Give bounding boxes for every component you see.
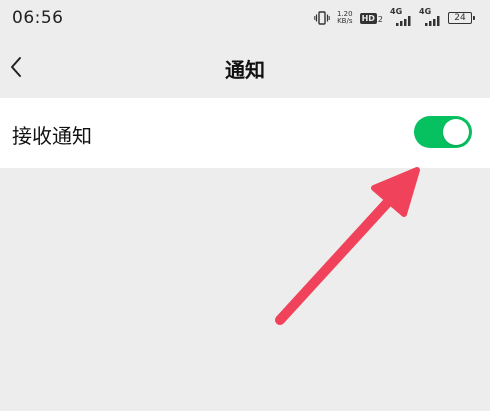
signal-type-label: 4G: [419, 7, 432, 16]
status-icons: 1.20 KB/s HD 2 4G 4G 24: [314, 7, 475, 28]
hd-sub: 2: [377, 14, 383, 24]
signal-icon: 4G: [419, 7, 441, 26]
network-speed: 1.20 KB/s: [337, 11, 353, 25]
hd-label: HD: [359, 12, 377, 24]
network-speed-unit: KB/s: [337, 17, 353, 25]
hd-voice-icon: HD 2: [359, 12, 383, 24]
signal-type-label: 4G: [390, 7, 403, 16]
status-time: 06:56: [12, 8, 64, 28]
receive-notifications-toggle[interactable]: [414, 116, 472, 148]
nav-bar: 通知: [0, 36, 490, 98]
toggle-knob: [443, 119, 469, 145]
status-bar: 06:56 1.20 KB/s HD 2 4G 4G 24: [0, 0, 490, 36]
setting-label: 接收通知: [12, 124, 92, 148]
battery-icon: 24: [448, 12, 475, 24]
vibrate-icon: [314, 11, 330, 25]
page-title: 通知: [225, 58, 265, 82]
signal-icon: 4G: [390, 7, 412, 26]
